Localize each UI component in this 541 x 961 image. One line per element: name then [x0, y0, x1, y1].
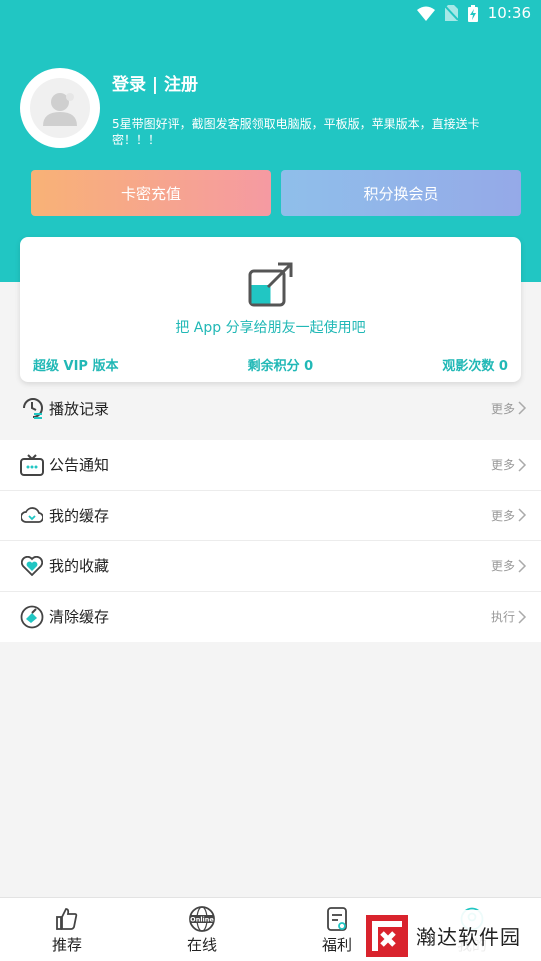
nav-tab-online[interactable]: Online 在线: [172, 906, 232, 955]
status-time: 10:36: [487, 4, 531, 22]
history-row[interactable]: 播放记录 更多: [0, 384, 541, 432]
watermark: 瀚达软件园: [362, 910, 541, 961]
history-clock-icon: [20, 396, 44, 420]
chevron-right-icon: [518, 559, 527, 573]
menu-list: 公告通知 更多 我的缓存 更多 我的收藏 更多 清除缓存 执行: [0, 440, 541, 642]
welfare-doc-icon: [327, 907, 347, 931]
history-more[interactable]: 更多: [491, 400, 515, 417]
card-recharge-button[interactable]: 卡密充值: [31, 170, 271, 216]
share-card[interactable]: 把 App 分享给朋友一起使用吧 超级 VIP 版本 剩余积分 0 观影次数 0: [20, 237, 521, 382]
view-count-label: 观影次数 0: [442, 359, 508, 374]
points-remaining-label: 剩余积分 0: [247, 359, 314, 374]
wifi-icon: [416, 6, 435, 21]
share-icon: [248, 262, 293, 307]
menu-item-cache[interactable]: 我的缓存 更多: [0, 491, 541, 541]
menu-item-favorites[interactable]: 我的收藏 更多: [0, 541, 541, 592]
share-text: 把 App 分享给朋友一起使用吧: [175, 320, 366, 336]
nav-label: 在线: [186, 936, 217, 954]
thumbs-up-icon: [56, 908, 78, 930]
login-register-link[interactable]: 登录 | 注册: [112, 70, 198, 95]
vip-version-label: 超级 VIP 版本: [33, 359, 119, 374]
menu-action-more[interactable]: 更多: [491, 557, 515, 574]
cloud-download-icon: [20, 503, 44, 527]
clear-cache-icon: [20, 605, 44, 629]
menu-label: 公告通知: [49, 456, 110, 475]
chevron-right-icon: [518, 458, 527, 472]
chevron-right-icon: [518, 508, 527, 522]
menu-label: 我的缓存: [49, 506, 110, 525]
menu-label: 清除缓存: [49, 608, 110, 627]
status-bar: 10:36: [0, 0, 541, 30]
history-label: 播放记录: [49, 399, 110, 418]
menu-action-more[interactable]: 更多: [491, 456, 515, 473]
nav-label: 福利: [321, 936, 352, 954]
nav-tab-welfare[interactable]: 福利: [307, 906, 367, 955]
nav-label: 推荐: [51, 936, 82, 954]
menu-item-notice[interactable]: 公告通知 更多: [0, 440, 541, 491]
battery-charging-icon: [467, 4, 478, 22]
online-globe-icon: Online: [189, 906, 215, 932]
online-badge-text: Online: [190, 916, 214, 924]
notice-tv-icon: [20, 453, 44, 477]
avatar[interactable]: [20, 68, 100, 148]
chevron-right-icon: [518, 401, 527, 415]
heart-icon: [20, 554, 44, 578]
user-avatar-icon: [43, 93, 77, 126]
menu-action-execute[interactable]: 执行: [491, 608, 515, 625]
nav-tab-recommend[interactable]: 推荐: [37, 906, 97, 955]
no-sim-icon: [444, 5, 458, 21]
watermark-logo-icon: [366, 914, 408, 957]
chevron-right-icon: [518, 610, 527, 624]
promo-text: 5星带图好评，截图发客服领取电脑版，平板版，苹果版本，直接送卡密！！！: [112, 117, 480, 147]
points-exchange-button[interactable]: 积分换会员: [281, 170, 521, 216]
menu-label: 我的收藏: [49, 557, 110, 576]
menu-action-more[interactable]: 更多: [491, 507, 515, 524]
watermark-text: 瀚达软件园: [416, 925, 521, 949]
menu-item-clear-cache[interactable]: 清除缓存 执行: [0, 592, 541, 643]
